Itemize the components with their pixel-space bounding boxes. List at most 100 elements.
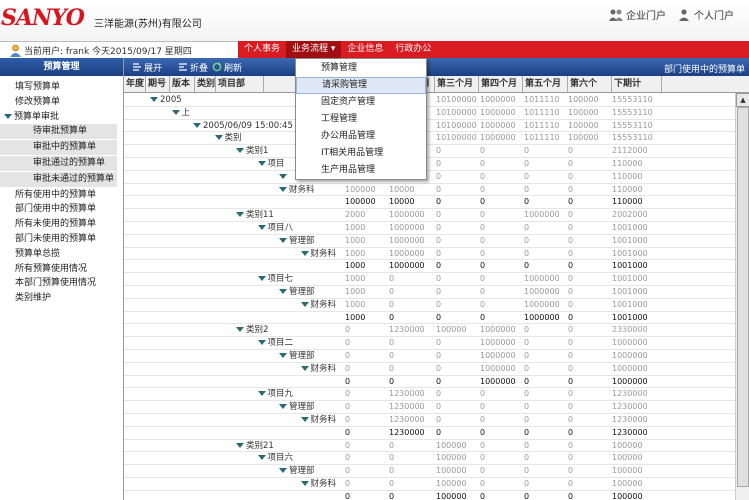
expand-triangle-icon[interactable]	[236, 148, 244, 154]
expand-triangle-icon[interactable]	[257, 276, 266, 282]
expand-triangle-icon[interactable]	[279, 289, 287, 294]
expand-triangle-icon[interactable]	[300, 481, 309, 486]
table-row[interactable]: 项目二 0 0 0 1000000 0 0 1000000	[124, 337, 735, 350]
table-row[interactable]: 100000 10000 0 0 0 0 110000	[124, 196, 735, 210]
table-row[interactable]: 财务科 0 0 100000 0 0 0 100000	[124, 478, 735, 491]
expand-triangle-icon[interactable]	[257, 161, 266, 166]
sidebar-item[interactable]: 所有未使用的预算单	[0, 217, 123, 232]
dropdown-item[interactable]: 工程管理	[296, 111, 426, 128]
expand-triangle-icon[interactable]	[300, 365, 309, 371]
column-header[interactable]: 项目部	[216, 76, 264, 93]
expand-triangle-icon[interactable]	[279, 404, 287, 410]
table-row[interactable]: 0 0 0 1000000 0 0 1000000	[124, 376, 735, 389]
table-row[interactable]: 1000 1000000 0 0 0 0 1001000	[124, 260, 735, 274]
enterprise-portal-link[interactable]: 企业门户	[608, 7, 666, 22]
scroll-up-arrow-icon[interactable]: ▲	[736, 93, 749, 107]
sidebar-item[interactable]: 部门未使用的预算单	[0, 232, 123, 247]
expand-triangle-icon[interactable]	[236, 212, 244, 218]
sidebar-item[interactable]: 本部门预算使用情况	[0, 276, 123, 291]
sidebar-item[interactable]: 审批通过的预算单	[0, 155, 117, 171]
table-row[interactable]: 项目 0 0 0 0 110000	[124, 158, 735, 171]
table-row[interactable]: 0 0 0 0 110000	[124, 171, 735, 184]
table-row[interactable]: 2005/06/09 15:00:45 10100000 1000000 101111…	[124, 120, 735, 133]
dropdown-item[interactable]: 请采购管理	[296, 77, 426, 94]
table-row[interactable]: 财务科 0 1230000 0 0 0 0 1230000	[124, 414, 735, 427]
sidebar-item[interactable]: 审批未通过的预算单	[0, 171, 117, 187]
dropdown-item[interactable]: 生产用品管理	[296, 162, 426, 179]
expand-button[interactable]: 展开	[132, 61, 162, 74]
vertical-scrollbar[interactable]: ▲	[735, 93, 749, 500]
dropdown-item[interactable]: 办公用品管理	[296, 128, 426, 145]
column-header[interactable]: 版本	[170, 76, 195, 93]
dropdown-item[interactable]: IT相关用品管理	[296, 145, 426, 162]
expand-triangle-icon[interactable]	[279, 353, 287, 358]
table-row[interactable]: 财务科 1000 1000000 0 0 0 0 1001000	[124, 248, 735, 261]
sidebar-item[interactable]: 部门使用中的预算单	[0, 202, 123, 217]
table-row[interactable]: 管理部 1000 0 0 0 1000000 0 1001000	[124, 286, 735, 299]
column-header[interactable]: 期号	[146, 76, 170, 93]
table-row[interactable]: 管理部 0 1230000 0 0 0 0 1230000	[124, 401, 735, 414]
column-header[interactable]: 第五个月	[523, 76, 568, 93]
menu-personal-affairs[interactable]: 个人事务	[238, 41, 286, 58]
sidebar-item[interactable]: 预算单审批	[0, 110, 123, 125]
table-row[interactable]: 类别 10100000 1000000 1011110 100000 15553110	[124, 132, 735, 146]
table-row[interactable]: 0 1230000 0 0 0 0 1230000	[124, 427, 735, 440]
column-header[interactable]: 第六个	[568, 76, 612, 93]
table-row[interactable]: 管理部 1000 1000000 0 0 0 0 1001000	[124, 235, 735, 248]
sidebar-item[interactable]: 修改预算单	[0, 95, 123, 110]
expand-triangle-icon[interactable]	[257, 225, 266, 230]
sidebar-item[interactable]: 填写预算单	[0, 80, 123, 95]
expand-triangle-icon[interactable]	[193, 122, 201, 128]
sidebar-item[interactable]: 类别维护	[0, 291, 123, 306]
expand-triangle-icon[interactable]	[257, 340, 266, 346]
sidebar-item[interactable]: 审批中的预算单	[0, 140, 117, 155]
sidebar-item[interactable]: 所有预算使用情况	[0, 262, 123, 277]
table-row[interactable]: 项目七 1000 0 0 0 1000000 0 1001000	[124, 273, 735, 286]
expand-triangle-icon[interactable]	[150, 97, 158, 102]
table-row[interactable]: 类别11 2000 1000000 0 0 1000000 0 2002000	[124, 209, 735, 222]
table-row[interactable]: 项目九 0 1230000 0 0 0 0 1230000	[124, 388, 735, 402]
table-row[interactable]: 上 10100000 1000000 1011110 100000 15553110	[124, 107, 735, 120]
table-row[interactable]: 1000 0 0 0 1000000 0 1001000	[124, 312, 735, 325]
expand-triangle-icon[interactable]	[279, 468, 287, 474]
table-row[interactable]: 管理部 0 0 100000 0 0 0 100000	[124, 465, 735, 478]
expand-triangle-icon[interactable]	[214, 135, 223, 141]
column-header[interactable]: 下期计	[612, 76, 662, 93]
sidebar-item[interactable]: 预算单总揽	[0, 247, 123, 262]
personal-portal-link[interactable]: 个人门户	[676, 7, 734, 22]
column-header[interactable]: 第三个月	[435, 76, 479, 93]
table-row[interactable]: 2005 10100000 1000000 1011110 100000 15553110	[124, 94, 735, 107]
expand-triangle-icon[interactable]	[279, 173, 287, 179]
expand-triangle-icon[interactable]	[257, 455, 266, 461]
sidebar-item[interactable]: 待审批预算单	[0, 124, 117, 140]
menu-enterprise-info[interactable]: 企业信息	[341, 41, 389, 58]
column-header[interactable]: 年度	[124, 76, 146, 93]
expand-triangle-icon[interactable]	[257, 391, 266, 397]
table-row[interactable]: 管理部 0 0 0 1000000 0 0 1000000	[124, 350, 735, 363]
table-row[interactable]: 0 0 100000 0 0 0 100000	[124, 491, 735, 500]
table-row[interactable]: 类别2 0 1230000 100000 1000000 0 0 2330000	[124, 324, 735, 338]
table-row[interactable]: 财务科 0 0 0 1000000 0 0 1000000	[124, 363, 735, 376]
menu-business-process[interactable]: 业务流程 ▾	[286, 41, 342, 58]
expand-triangle-icon[interactable]	[236, 442, 244, 448]
expand-triangle-icon[interactable]	[236, 327, 244, 333]
menu-admin-office[interactable]: 行政办公	[389, 41, 437, 58]
sidebar-item[interactable]: 所有使用中的预算单	[0, 188, 123, 203]
scroll-thumb[interactable]	[737, 107, 749, 487]
refresh-button[interactable]: 刷新	[212, 61, 242, 74]
expand-triangle-icon[interactable]	[279, 186, 287, 192]
expand-triangle-icon[interactable]	[4, 113, 12, 119]
column-header[interactable]: 第四个月	[479, 76, 523, 93]
table-row[interactable]: 类别1 0 0 0 0 2112000	[124, 145, 735, 158]
expand-triangle-icon[interactable]	[300, 250, 309, 256]
dropdown-item[interactable]: 预算管理	[296, 60, 426, 77]
table-row[interactable]: 类别21 0 0 100000 0 0 0 100000	[124, 440, 735, 453]
collapse-button[interactable]: 折叠	[178, 61, 208, 74]
column-header[interactable]: 类别	[195, 76, 216, 93]
expand-triangle-icon[interactable]	[279, 237, 287, 243]
expand-triangle-icon[interactable]	[171, 109, 180, 115]
table-row[interactable]: 项目六 0 0 100000 0 0 0 100000	[124, 452, 735, 466]
table-row[interactable]: 财务科 1000 0 0 0 1000000 0 1001000	[124, 299, 735, 312]
dropdown-item[interactable]: 固定资产管理	[296, 94, 426, 111]
expand-triangle-icon[interactable]	[300, 301, 309, 307]
